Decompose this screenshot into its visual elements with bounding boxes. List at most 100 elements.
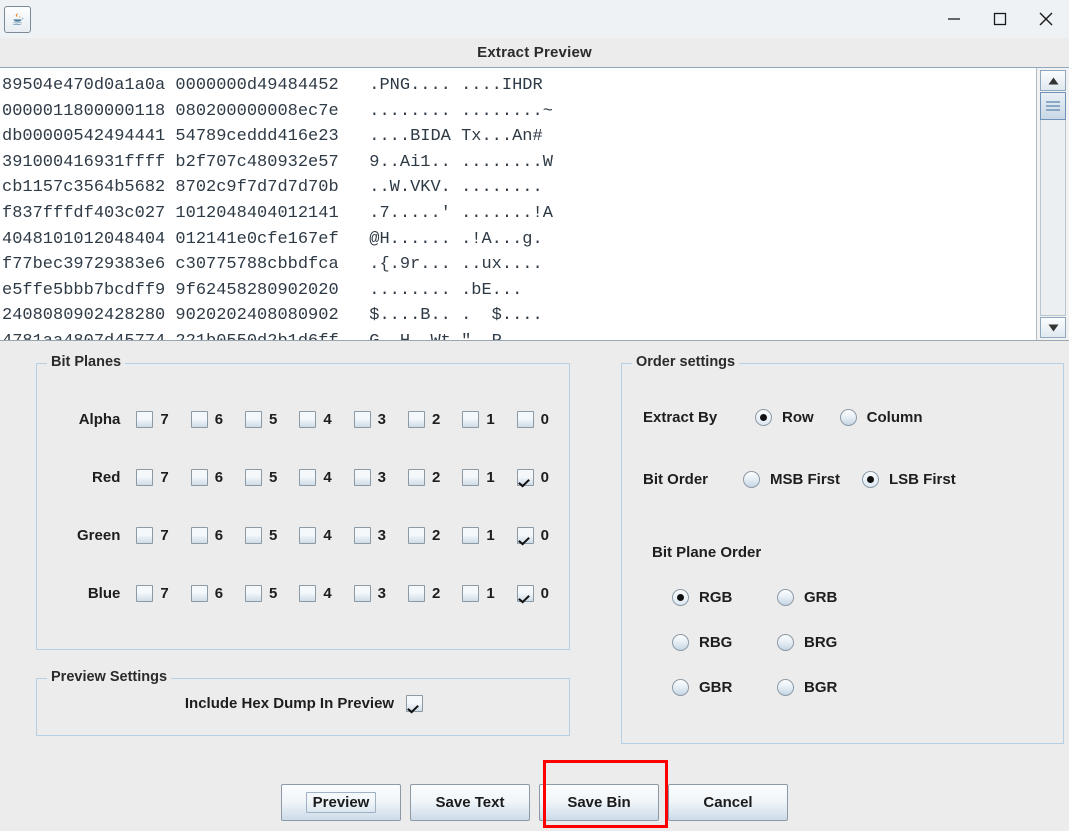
checkbox-blue-bit-1[interactable] [462,584,480,602]
bit-cell-red-2[interactable]: 2 [408,468,462,486]
bit-cell-green-4[interactable]: 4 [299,526,353,544]
checkbox-green-bit-1[interactable] [462,526,480,544]
checkbox-red-bit-2[interactable] [408,468,425,486]
checkbox-red-bit-4[interactable] [299,468,317,486]
bit-cell-red-1[interactable]: 1 [462,468,516,486]
checkbox-red-bit-3[interactable] [353,468,371,486]
bit-plane-order-bgr-radio[interactable] [777,679,794,696]
extract-by-column[interactable]: Column [839,409,923,426]
checkbox-alpha-bit-1[interactable] [462,410,480,428]
include-hex-dump-row[interactable]: Include Hex Dump In Preview [37,695,571,712]
bit-plane-order-brg-radio[interactable] [777,634,794,651]
bit-cell-green-6[interactable]: 6 [190,526,245,544]
cancel-button[interactable]: Cancel [668,784,788,821]
scroll-up-arrow-icon[interactable] [1040,70,1066,91]
bit-cell-green-0[interactable]: 0 [516,526,571,544]
bit-cell-alpha-3[interactable]: 3 [353,410,408,428]
bit-cell-blue-5[interactable]: 5 [245,584,299,602]
bit-cell-alpha-4[interactable]: 4 [299,410,353,428]
scroll-down-arrow-icon[interactable] [1040,317,1066,338]
scrollbar-thumb[interactable] [1040,92,1066,120]
bit-cell-red-0[interactable]: 0 [516,468,571,486]
extract-by-row-radio[interactable] [755,409,772,426]
checkbox-blue-bit-0[interactable] [516,584,534,602]
bit-cell-blue-0[interactable]: 0 [516,584,571,602]
save-bin-button[interactable]: Save Bin [539,784,659,821]
hex-dump-scrollbar[interactable] [1036,68,1069,340]
bit-plane-order-brg[interactable]: BRG [777,634,882,651]
bit-order-lsb-first[interactable]: LSB First [862,471,956,488]
extract-by-row[interactable]: Row [755,409,814,426]
checkbox-red-bit-5[interactable] [245,468,263,486]
bit-plane-order-gbr-radio[interactable] [672,679,689,696]
scrollbar-track[interactable] [1040,92,1066,316]
bit-cell-alpha-2[interactable]: 2 [408,410,462,428]
preview-button[interactable]: Preview [281,784,401,821]
checkbox-red-bit-0[interactable] [516,468,534,486]
bit-plane-order-rbg[interactable]: RBG [672,634,777,651]
bit-plane-order-bgr[interactable]: BGR [777,679,882,696]
bit-plane-order-gbr[interactable]: GBR [672,679,777,696]
bit-cell-red-5[interactable]: 5 [245,468,299,486]
bit-plane-order-rgb[interactable]: RGB [672,589,777,606]
bit-cell-alpha-5[interactable]: 5 [245,410,299,428]
bit-cell-red-7[interactable]: 7 [136,468,190,486]
checkbox-blue-bit-4[interactable] [299,584,317,602]
checkbox-green-bit-0[interactable] [516,526,534,544]
bit-cell-red-6[interactable]: 6 [190,468,245,486]
bit-cell-green-1[interactable]: 1 [462,526,516,544]
bit-cell-alpha-7[interactable]: 7 [136,410,190,428]
checkbox-alpha-bit-3[interactable] [353,410,371,428]
checkbox-blue-bit-5[interactable] [245,584,263,602]
checkbox-alpha-bit-6[interactable] [190,410,208,428]
checkbox-alpha-bit-5[interactable] [245,410,263,428]
bit-cell-blue-3[interactable]: 3 [353,584,408,602]
include-hex-dump-checkbox[interactable] [406,695,424,712]
checkbox-alpha-bit-4[interactable] [299,410,317,428]
checkbox-green-bit-3[interactable] [353,526,371,544]
bit-cell-alpha-0[interactable]: 0 [516,410,571,428]
bit-order-msb-first-radio[interactable] [743,471,760,488]
bit-number-label: 5 [269,584,278,602]
bit-cell-blue-7[interactable]: 7 [136,584,190,602]
bit-cell-blue-2[interactable]: 2 [408,584,462,602]
bit-order-msb-first[interactable]: MSB First [743,471,840,488]
checkbox-red-bit-6[interactable] [190,468,208,486]
bit-order-lsb-first-radio[interactable] [862,471,880,488]
bit-cell-blue-4[interactable]: 4 [299,584,353,602]
maximize-button[interactable] [977,0,1023,38]
bit-cell-red-4[interactable]: 4 [299,468,353,486]
bit-cell-red-3[interactable]: 3 [353,468,408,486]
bit-cell-blue-1[interactable]: 1 [462,584,516,602]
bit-cell-green-7[interactable]: 7 [136,526,190,544]
save-text-button[interactable]: Save Text [410,784,530,821]
checkbox-red-bit-1[interactable] [462,468,480,486]
checkbox-blue-bit-6[interactable] [190,584,208,602]
extract-by-column-radio[interactable] [839,409,857,426]
bit-plane-order-rgb-radio[interactable] [672,589,689,606]
checkbox-alpha-bit-2[interactable] [408,410,425,428]
checkbox-green-bit-6[interactable] [190,526,208,544]
checkbox-green-bit-5[interactable] [245,526,263,544]
bit-cell-green-3[interactable]: 3 [353,526,408,544]
bit-plane-order-rbg-radio[interactable] [672,634,689,651]
checkbox-blue-bit-2[interactable] [408,584,425,602]
checkbox-green-bit-7[interactable] [136,526,154,544]
checkbox-red-bit-7[interactable] [136,468,154,486]
bit-cell-alpha-1[interactable]: 1 [462,410,516,428]
checkbox-green-bit-2[interactable] [408,526,425,544]
checkbox-green-bit-4[interactable] [299,526,317,544]
bit-plane-order-grb[interactable]: GRB [777,589,882,606]
minimize-button[interactable] [931,0,977,38]
bit-cell-alpha-6[interactable]: 6 [190,410,245,428]
bit-plane-order-grb-radio[interactable] [777,589,794,606]
checkbox-blue-bit-3[interactable] [353,584,371,602]
hex-dump-text[interactable]: 89504e470d0a1a0a 0000000d49484452 .PNG..… [0,68,1036,340]
bit-cell-green-5[interactable]: 5 [245,526,299,544]
checkbox-alpha-bit-0[interactable] [516,410,534,428]
bit-cell-blue-6[interactable]: 6 [190,584,245,602]
checkbox-blue-bit-7[interactable] [136,584,154,602]
checkbox-alpha-bit-7[interactable] [136,410,154,428]
close-button[interactable] [1023,0,1069,38]
bit-cell-green-2[interactable]: 2 [408,526,462,544]
